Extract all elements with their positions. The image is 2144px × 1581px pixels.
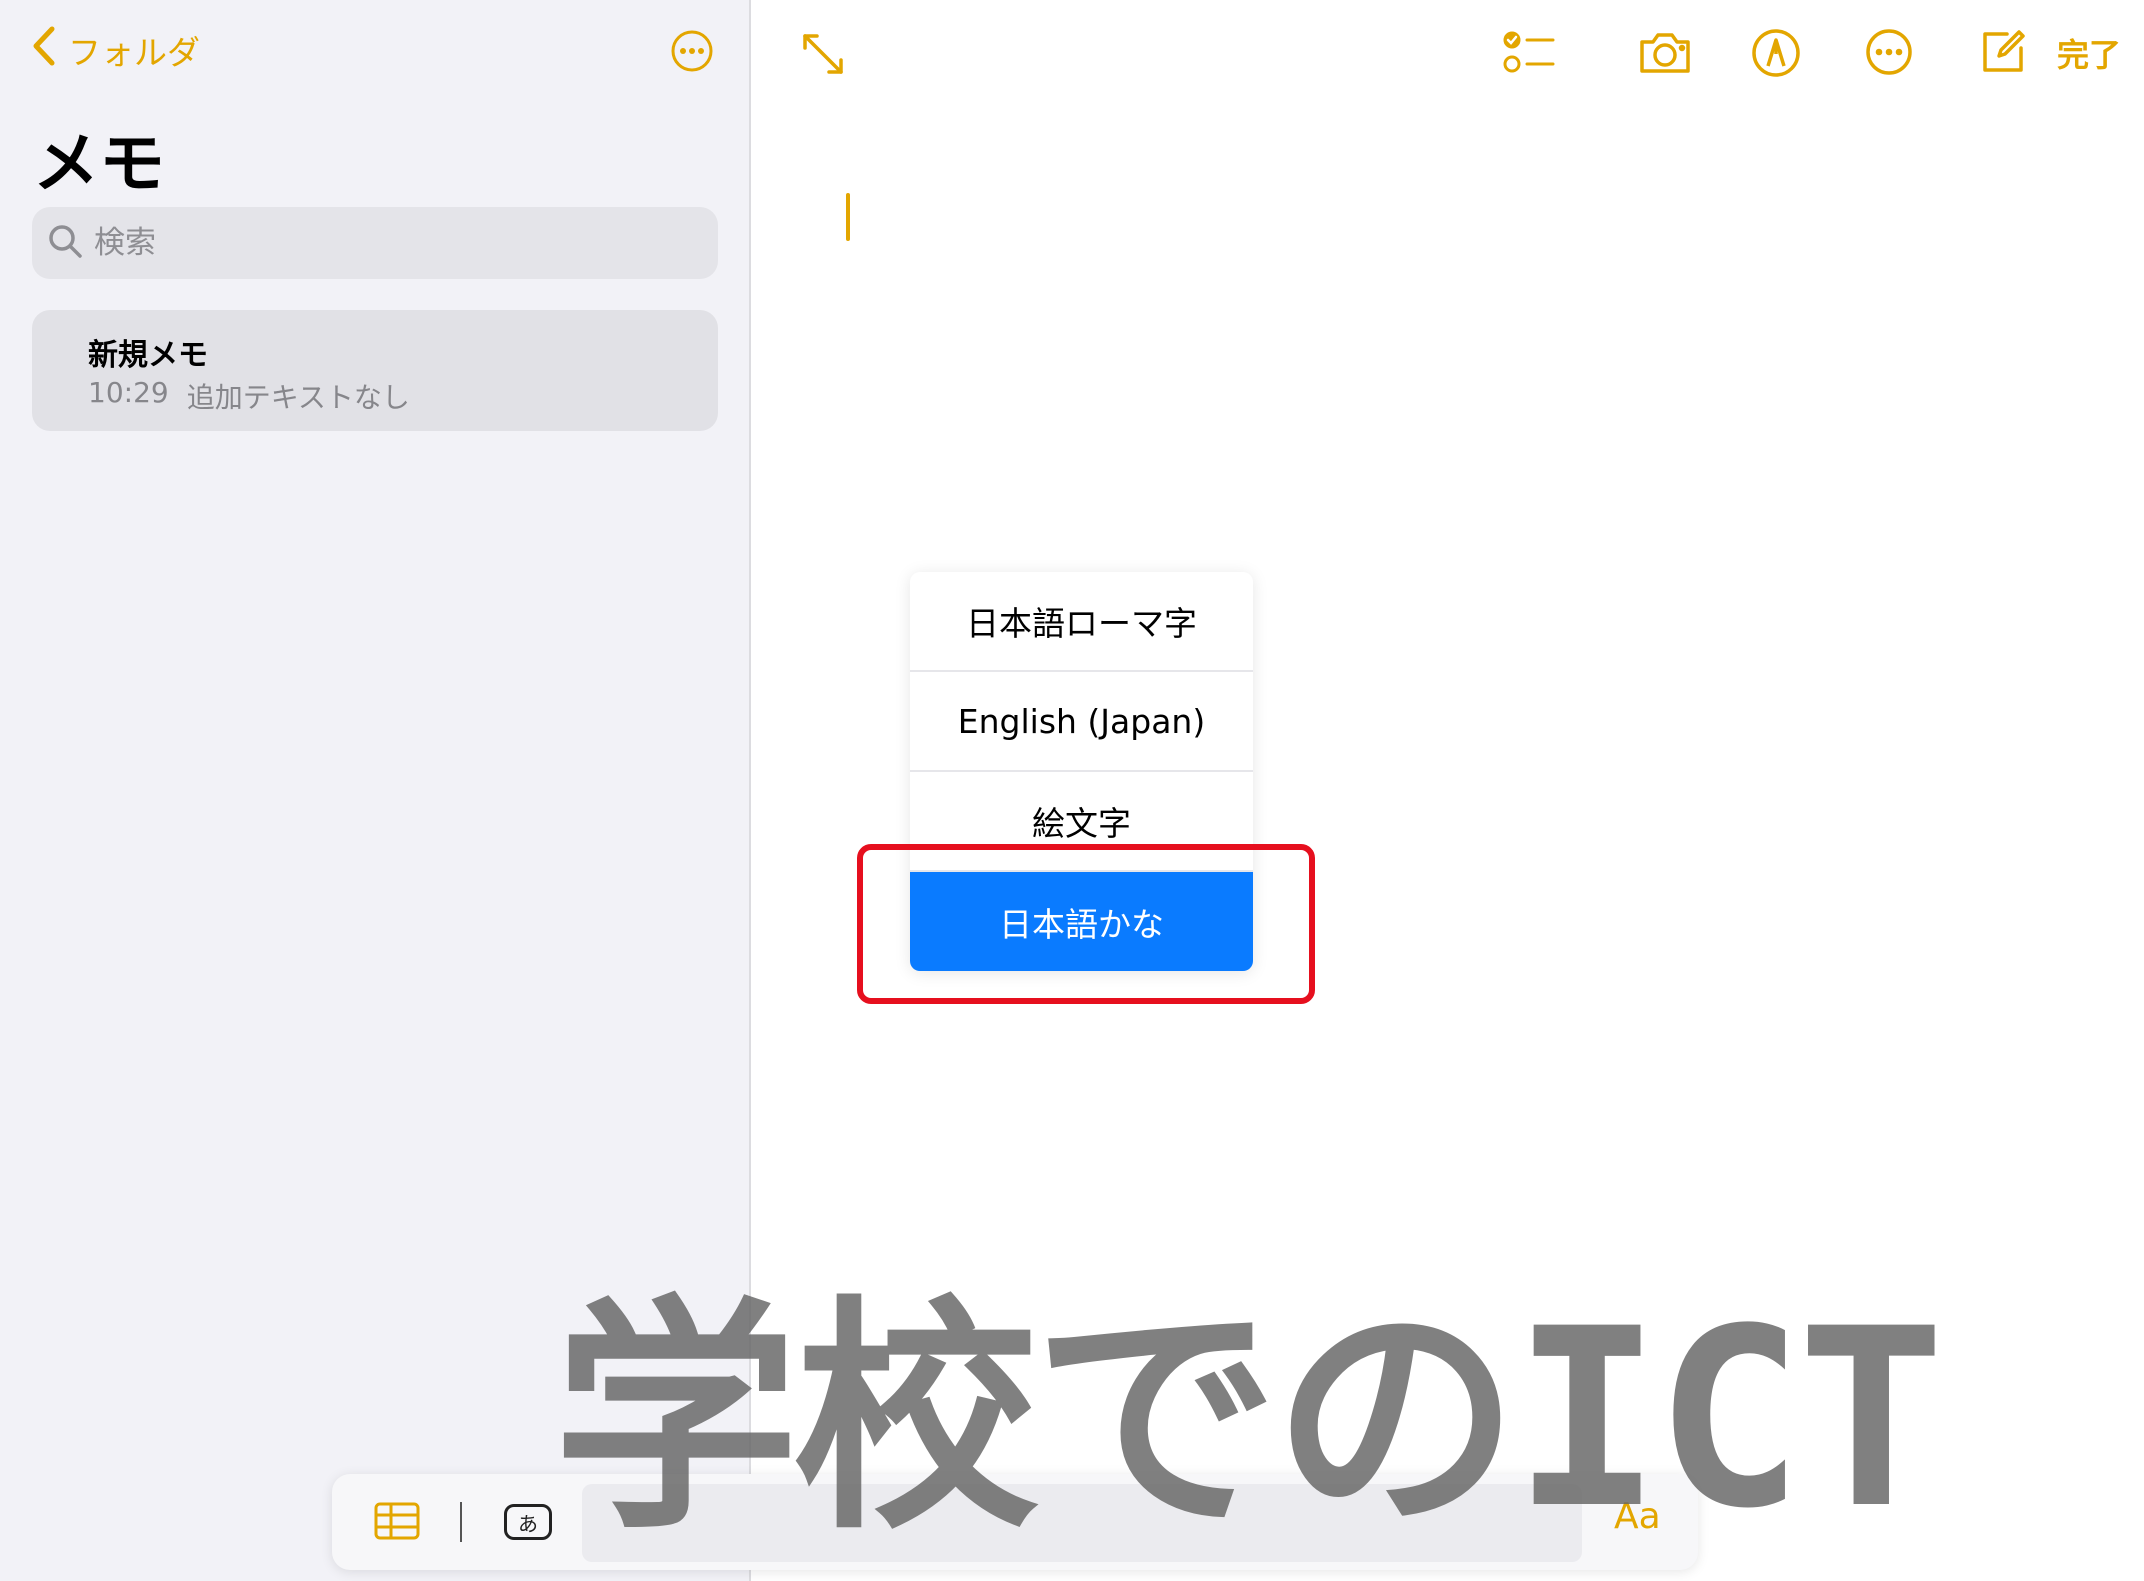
note-preview: 追加テキストなし [186, 381, 410, 414]
table-icon[interactable] [374, 1502, 420, 1540]
toolbar-divider [460, 1502, 462, 1542]
compose-icon[interactable] [1979, 28, 2027, 76]
menu-item-english-japan[interactable]: English (Japan) [910, 672, 1253, 772]
markup-pen-icon[interactable] [1751, 28, 1801, 78]
chevron-left-icon [30, 25, 58, 75]
text-format-button[interactable]: Aa [1614, 1496, 1661, 1537]
predictive-text-field[interactable] [582, 1484, 1582, 1562]
keyboard-language-key[interactable]: あ [504, 1504, 552, 1540]
sidebar-more-icon[interactable] [670, 29, 714, 73]
done-button[interactable]: 完了 [2057, 30, 2121, 76]
search-input[interactable] [94, 225, 694, 261]
page-title: メモ [33, 125, 165, 202]
notes-app: フォルダ メモ 新規メモ 10:29 追加テキストなし [0, 0, 2144, 1581]
sidebar: フォルダ メモ 新規メモ 10:29 追加テキストなし [0, 0, 751, 1581]
checklist-icon[interactable] [1503, 28, 1557, 78]
back-label: フォルダ [68, 33, 200, 72]
note-time: 10:29 [88, 376, 169, 409]
expand-icon[interactable] [799, 30, 847, 78]
menu-item-japanese-kana[interactable]: 日本語かな [910, 872, 1253, 971]
keyboard-shortcut-bar: あ Aa [332, 1474, 1698, 1570]
search-icon [46, 222, 84, 264]
note-meta: 10:29 追加テキストなし [88, 376, 410, 416]
note-list-item[interactable]: 新規メモ 10:29 追加テキストなし [32, 310, 718, 431]
menu-item-emoji[interactable]: 絵文字 [910, 772, 1253, 872]
more-icon[interactable] [1865, 28, 1913, 76]
camera-icon[interactable] [1637, 28, 1693, 76]
menu-item-japanese-romaji[interactable]: 日本語ローマ字 [910, 572, 1253, 672]
back-to-folders-button[interactable]: フォルダ [30, 25, 200, 75]
input-language-menu: 日本語ローマ字 English (Japan) 絵文字 日本語かな [910, 572, 1253, 971]
note-title: 新規メモ [88, 338, 208, 373]
search-field[interactable] [32, 207, 718, 279]
text-cursor [846, 193, 850, 241]
